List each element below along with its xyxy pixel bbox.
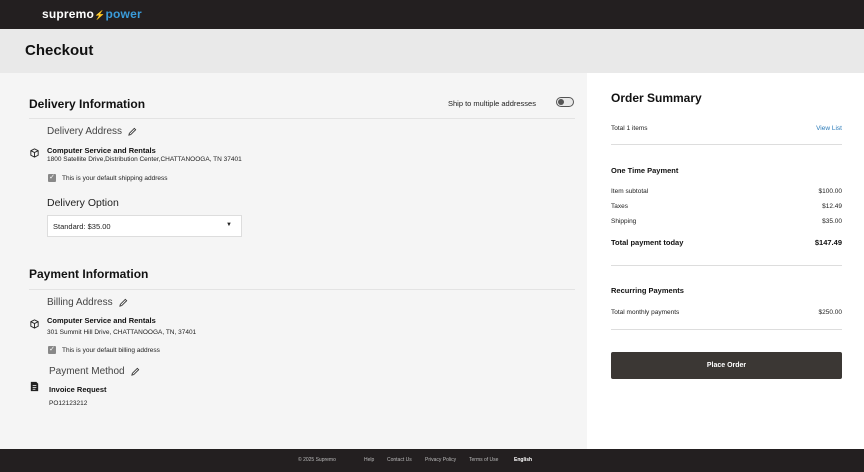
total-items-label: Total 1 items — [611, 125, 648, 132]
delivery-address-title: Delivery Address — [47, 126, 123, 137]
taxes-value: $12.49 — [822, 203, 842, 210]
shipping-value: $35.00 — [822, 218, 842, 225]
edit-payment-method-icon[interactable] — [130, 367, 140, 376]
multi-address-toggle[interactable] — [556, 97, 574, 107]
page-title-bar: Checkout — [0, 29, 864, 73]
default-shipping-checkbox-row[interactable]: ✓ This is your default shipping address — [48, 174, 168, 182]
logo-bolt-icon: ⚡ — [94, 10, 106, 20]
total-payment-label: Total payment today — [611, 238, 684, 247]
default-billing-checkbox-row[interactable]: ✓ This is your default billing address — [48, 346, 160, 354]
shipping-row: Shipping $35.00 — [611, 218, 842, 225]
delivery-option-select[interactable]: Standard: $35.00 ▼ — [47, 215, 242, 237]
invoice-document-icon — [30, 381, 39, 392]
taxes-label: Taxes — [611, 203, 628, 210]
total-items-row: Total 1 items View List — [611, 125, 842, 132]
billing-address-line: 301 Summit Hill Drive, CHATTANOOGA, TN, … — [47, 329, 197, 336]
address-book-icon — [30, 148, 39, 158]
default-shipping-checkbox[interactable]: ✓ — [48, 174, 56, 182]
view-list-link[interactable]: View List — [816, 125, 842, 132]
edit-billing-address-icon[interactable] — [118, 298, 128, 307]
summary-divider-2 — [611, 265, 842, 266]
default-billing-checkbox[interactable]: ✓ — [48, 346, 56, 354]
subtotal-row: Item subtotal $100.00 — [611, 188, 842, 195]
chevron-down-icon: ▼ — [226, 222, 232, 228]
billing-address-name: Computer Service and Rentals — [47, 316, 156, 325]
default-billing-label: This is your default billing address — [62, 346, 160, 354]
multi-address-toggle-label: Ship to multiple addresses — [448, 99, 536, 108]
billing-address-icon — [30, 319, 39, 329]
monthly-payments-label: Total monthly payments — [611, 309, 680, 316]
summary-divider-3 — [611, 329, 842, 330]
brand-logo[interactable]: supremo⚡power — [42, 7, 142, 21]
payment-method-reference: PO12123212 — [49, 400, 88, 407]
toggle-knob — [558, 99, 564, 105]
taxes-row: Taxes $12.49 — [611, 203, 842, 210]
monthly-payments-row: Total monthly payments $250.00 — [611, 309, 842, 316]
footer-copyright: © 2025 Supremo — [298, 457, 336, 463]
recurring-payments-title: Recurring Payments — [611, 286, 684, 295]
footer-privacy-link[interactable]: Privacy Policy — [425, 457, 456, 463]
default-shipping-label: This is your default shipping address — [62, 174, 168, 182]
delivery-divider — [29, 118, 575, 119]
footer-help-link[interactable]: Help — [364, 457, 374, 463]
logo-main-text: supremo — [42, 7, 95, 21]
delivery-address-name: Computer Service and Rentals — [47, 146, 156, 155]
place-order-button[interactable]: Place Order — [611, 352, 842, 379]
monthly-payments-value: $250.00 — [818, 309, 843, 316]
delivery-section-title: Delivery Information — [29, 97, 146, 111]
logo-accent-text: power — [105, 7, 142, 21]
top-bar: supremo⚡power — [0, 0, 864, 29]
subtotal-value: $100.00 — [818, 188, 843, 195]
payment-method-name: Invoice Request — [49, 385, 107, 394]
delivery-option-title: Delivery Option — [47, 197, 119, 209]
page-footer: © 2025 Supremo Help Contact Us Privacy P… — [0, 449, 864, 472]
summary-divider-1 — [611, 144, 842, 145]
footer-contact-link[interactable]: Contact Us — [387, 457, 412, 463]
total-payment-value: $147.49 — [814, 238, 842, 247]
payment-method-title: Payment Method — [49, 366, 125, 377]
order-summary-panel: Order Summary Total 1 items View List On… — [587, 73, 864, 449]
delivery-address-line: 1800 Satellite Drive,Distribution Center… — [47, 156, 242, 163]
delivery-address-heading: Delivery Address — [47, 126, 137, 137]
payment-section-title: Payment Information — [29, 267, 149, 281]
order-summary-title: Order Summary — [611, 91, 702, 105]
footer-terms-link[interactable]: Terms of Use — [469, 457, 498, 463]
one-time-payment-title: One Time Payment — [611, 166, 679, 175]
checkout-main: Delivery Information Ship to multiple ad… — [0, 73, 587, 449]
payment-method-heading: Payment Method — [49, 366, 140, 377]
billing-address-title: Billing Address — [47, 297, 113, 308]
page-title: Checkout — [25, 42, 94, 59]
delivery-option-value: Standard: $35.00 — [53, 222, 111, 231]
shipping-label: Shipping — [611, 218, 637, 225]
payment-divider — [29, 289, 575, 290]
footer-language-selector[interactable]: English — [514, 457, 532, 463]
total-payment-row: Total payment today $147.49 — [611, 238, 842, 247]
billing-address-heading: Billing Address — [47, 297, 128, 308]
edit-delivery-address-icon[interactable] — [128, 127, 137, 136]
subtotal-label: Item subtotal — [611, 188, 649, 195]
